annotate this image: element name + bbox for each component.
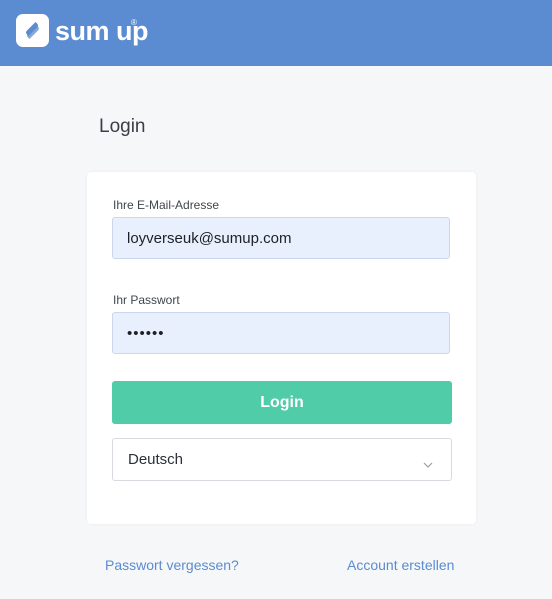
password-input[interactable] (112, 312, 450, 354)
email-input[interactable] (112, 217, 450, 259)
registered-mark: ® (131, 18, 137, 27)
login-button[interactable]: Login (112, 381, 452, 424)
language-select[interactable]: Deutsch (112, 438, 452, 481)
email-label: Ihre E-Mail-Adresse (113, 198, 220, 212)
sumup-logo-icon (16, 14, 49, 47)
password-label: Ihr Passwort (113, 293, 180, 307)
forgot-password-link[interactable]: Passwort vergessen? (105, 557, 239, 573)
create-account-link[interactable]: Account erstellen (347, 557, 454, 573)
chevron-down-icon (423, 455, 433, 473)
page-title: Login (99, 116, 146, 137)
app-header: sum up ® (0, 0, 552, 66)
language-value: Deutsch (128, 451, 184, 468)
